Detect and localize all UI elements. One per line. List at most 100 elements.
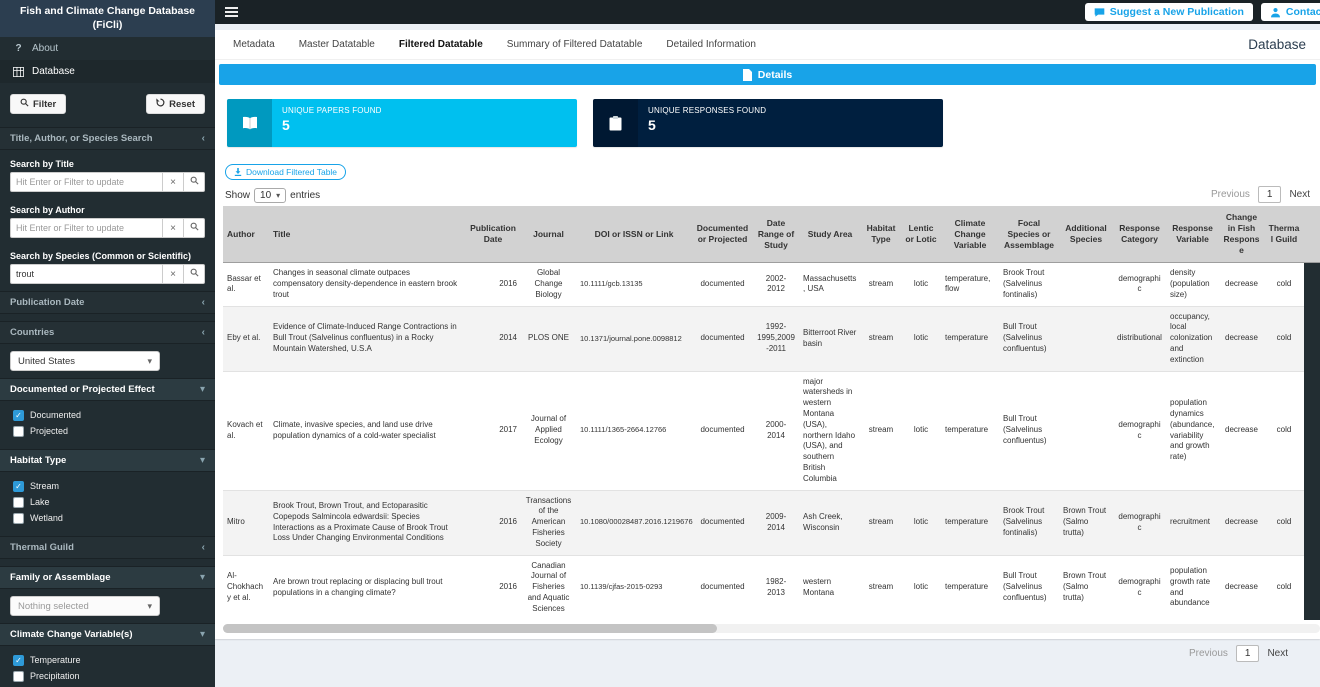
column-header-response-variable[interactable]: Response Variable [1166,206,1219,263]
sidebar-item-about[interactable]: ?About [0,37,215,60]
table-cell: temperature [941,490,999,555]
table-cell: Brown Trout (Salmo trutta) [1059,490,1113,555]
reset-button[interactable]: Reset [146,94,205,114]
checkbox-lake[interactable]: Lake [0,494,215,510]
filter-section-climate-change-variable-s[interactable]: Climate Change Variable(s)▾ [0,623,215,646]
table-cell: documented [692,555,753,619]
table-cell: Canadian Journal of Fisheries and Aquati… [521,555,576,619]
checkbox-documented[interactable]: ✓Documented [0,407,215,423]
table-controls: Show 10 ▾ entries Previous1Next [215,181,1320,206]
checkbox-precipitation[interactable]: Precipitation [0,668,215,684]
page-length-select[interactable]: 10 ▾ [254,188,286,203]
table-row: Kovach et al.Climate, invasive species, … [223,371,1320,490]
filter-section-countries[interactable]: Countries‹ [0,321,215,344]
column-header-response-category[interactable]: Response Category [1113,206,1166,263]
column-header-change-in-fish-response[interactable]: Change in Fish Response [1219,206,1264,263]
checkbox-stream[interactable]: ✓Stream [0,478,215,494]
table-cell: temperature [941,306,999,371]
column-header-title[interactable]: Title [269,206,465,263]
filter-section-documented-or-projected-effect[interactable]: Documented or Projected Effect▾ [0,378,215,401]
contact-button[interactable]: Contact [1261,3,1320,21]
suggest-publication-label: Suggest a New Publication [1110,6,1244,18]
table-cell: PLOS ONE [521,306,576,371]
table-cell: Kovach et al. [223,371,269,490]
table-cell: Al-Chokhachy et al. [223,555,269,619]
search-button[interactable] [184,218,205,238]
column-header-journal[interactable]: Journal [521,206,576,263]
tab-detailed-information[interactable]: Detailed Information [654,30,768,59]
table-cell: 1982-2013 [753,555,799,619]
clear-button[interactable]: × [163,218,184,238]
pagination-page-button[interactable]: 1 [1258,186,1282,203]
column-header-additional-species[interactable]: Additional Species [1059,206,1113,263]
pagination-page-button[interactable]: 1 [1236,645,1260,662]
table-cell: stream [861,555,901,619]
table-cell: 2016 [465,490,521,555]
family-or-assemblage-select[interactable]: Nothing selected▾ [10,596,160,616]
table-cell: temperature [941,371,999,490]
clear-button[interactable]: × [163,264,184,284]
sidebar-item-database[interactable]: Database [0,60,215,83]
clear-button[interactable]: × [163,172,184,192]
checkbox-wetland[interactable]: Wetland [0,510,215,526]
countries-select[interactable]: United States▾ [10,351,160,371]
checkbox-label: Documented [30,410,81,420]
search-by-title-input[interactable] [10,172,163,192]
checkbox-projected[interactable]: Projected [0,423,215,439]
filter-section-thermal-guild[interactable]: Thermal Guild‹ [0,536,215,559]
filter-section-habitat-type[interactable]: Habitat Type▾ [0,449,215,472]
column-header-thermal-guild[interactable]: Thermal Guild [1264,206,1304,263]
scrollbar-thumb[interactable] [223,624,717,633]
table-cell: decrease [1219,371,1264,490]
tab-master-datatable[interactable]: Master Datatable [287,30,387,59]
checkbox-temperature[interactable]: ✓Temperature [0,652,215,668]
suggest-publication-button[interactable]: Suggest a New Publication [1085,3,1253,21]
pagination-previous-button[interactable]: Previous [1211,189,1250,200]
filter-section-publication-date[interactable]: Publication Date‹ [0,291,215,314]
tab-filtered-datatable[interactable]: Filtered Datatable [387,30,495,59]
pagination-next-button[interactable]: Next [1289,189,1310,200]
filter-section-title-author-or-species-search[interactable]: Title, Author, or Species Search‹ [0,127,215,150]
value-box-content: UNIQUE PAPERS FOUND 5 [272,99,392,147]
pagination-previous-button[interactable]: Previous [1189,648,1228,659]
column-header-habitat-type[interactable]: Habitat Type [861,206,901,263]
search-button[interactable] [184,264,205,284]
filter-button[interactable]: Filter [10,94,66,114]
download-filtered-table-button[interactable]: Download Filtered Table [225,164,346,180]
table-cell: documented [692,490,753,555]
search-by-species-common-or-scientific-input[interactable] [10,264,163,284]
filter-actions: Filter Reset [0,83,215,120]
pagination-next-button[interactable]: Next [1267,648,1288,659]
column-header-publication-date[interactable]: Publication Date [465,206,521,263]
table-cell: 10.1111/1365-2664.12766 [576,371,692,490]
tab-summary-of-filtered-datatable[interactable]: Summary of Filtered Datatable [495,30,655,59]
unique-papers-found-box: UNIQUE PAPERS FOUND 5 [227,99,577,147]
column-header-lentic-or-lotic[interactable]: Lentic or Lotic [901,206,941,263]
filter-section-family-or-assemblage[interactable]: Family or Assemblage▾ [0,566,215,589]
sidebar-toggle-button[interactable] [225,7,238,17]
column-header-documented-or-projected[interactable]: Documented or Projected [692,206,753,263]
filter-section-label: Climate Change Variable(s) [10,629,132,640]
table-cell: demographic [1113,490,1166,555]
sidebar-item-label: Database [32,66,75,77]
tab-strip: MetadataMaster DatatableFiltered Datatab… [215,30,1320,60]
search-by-author-input[interactable] [10,218,163,238]
tab-metadata[interactable]: Metadata [221,30,287,59]
horizontal-scrollbar[interactable] [223,624,1320,633]
content: MetadataMaster DatatableFiltered Datatab… [215,24,1320,687]
column-header-date-range-of-study[interactable]: Date Range of Study [753,206,799,263]
column-header-study-area[interactable]: Study Area [799,206,861,263]
table-row: Bassar et al.Changes in seasonal climate… [223,263,1320,306]
filtered-datatable: AuthorTitlePublication DateJournalDOI or… [223,206,1320,620]
column-header-climate-change-variable[interactable]: Climate Change Variable [941,206,999,263]
column-header-focal-species-or-assemblage[interactable]: Focal Species or Assemblage [999,206,1059,263]
table-cell: 2000-2014 [753,371,799,490]
table-cell-overflow [1304,371,1320,490]
table-cell: decrease [1219,306,1264,371]
column-header-author[interactable]: Author [223,206,269,263]
column-header-overflow [1304,206,1320,263]
table-cell: 2009-2014 [753,490,799,555]
table-cell: lotic [901,263,941,306]
search-button[interactable] [184,172,205,192]
column-header-doi-or-issn-or-link[interactable]: DOI or ISSN or Link [576,206,692,263]
